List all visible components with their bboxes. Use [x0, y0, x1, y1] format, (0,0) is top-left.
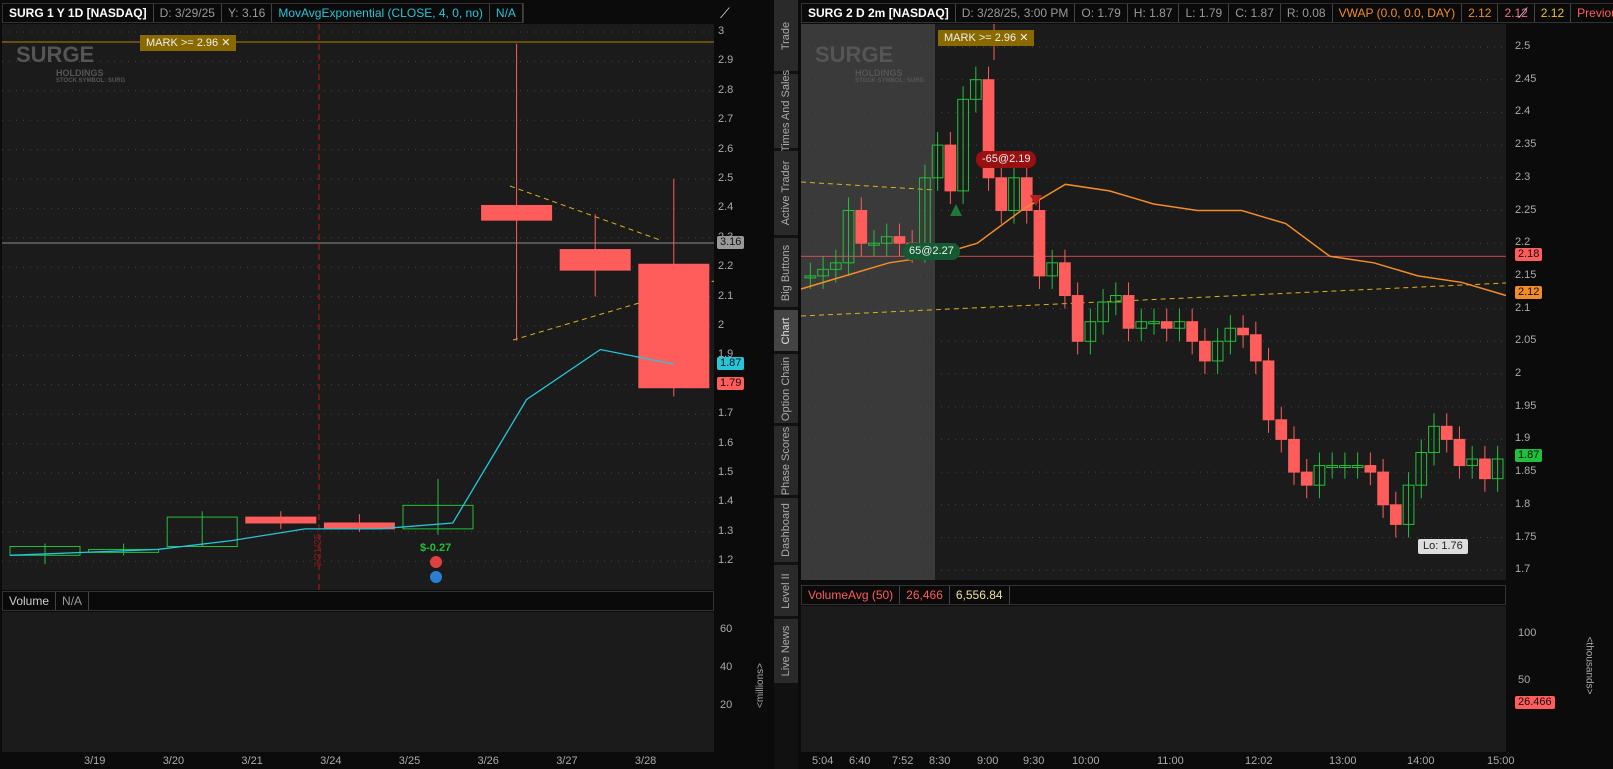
price-tick: 2.35	[1515, 138, 1537, 151]
price-tick: 1.7	[1515, 563, 1531, 576]
right-last-tag: 1.87	[1515, 449, 1543, 462]
x-axis-label: 9:00	[977, 755, 999, 767]
right-volume-tag: 26.466	[1515, 696, 1555, 709]
trend-line	[800, 181, 936, 191]
x-axis-label: 9:30	[1023, 755, 1045, 767]
sell-order-label[interactable]: -65@2.19	[976, 151, 1037, 168]
candle-body	[1199, 340, 1211, 362]
volume-avg-study[interactable]: VolumeAvg (50)	[802, 586, 901, 604]
x-axis-label: 12:02	[1245, 755, 1273, 767]
right-vwap-tag: 2.12	[1515, 286, 1543, 299]
right-mark-alert[interactable]: MARK >= 2.96 ✕	[938, 30, 1035, 46]
candle-body	[1389, 504, 1402, 525]
candle-body	[995, 177, 1008, 212]
candle-body	[1288, 438, 1300, 473]
right-logo: SURGE HOLDINGS STOCK SYMBOL: SURG	[815, 42, 925, 84]
price-tick: 2.1	[1515, 301, 1531, 314]
candle-body	[1033, 210, 1046, 277]
candle-body	[1071, 295, 1084, 342]
candle-body	[1237, 327, 1249, 336]
vwap-line	[800, 183, 1507, 297]
price-tick: 1.8	[1515, 497, 1531, 510]
candle-body	[893, 236, 906, 244]
price-tick: 2	[1515, 367, 1522, 379]
candle-body	[1364, 465, 1377, 473]
x-axis-label: 6:40	[849, 755, 871, 767]
x-axis-label: 15:00	[1487, 755, 1515, 767]
candle-body	[1453, 438, 1466, 467]
candle-body	[1262, 360, 1275, 421]
candle-body	[1275, 419, 1288, 440]
price-tick: 1.75	[1515, 530, 1537, 543]
price-tick: 2.15	[1515, 268, 1537, 281]
right-volume-unit: <thousands>	[1583, 636, 1595, 695]
right-volume-header: VolumeAvg (50) 26,466 6,556.84	[801, 585, 1506, 605]
x-axis-label: 11:00	[1157, 755, 1184, 767]
x-axis-label: 7:52	[892, 755, 914, 767]
candle-body	[1160, 321, 1173, 329]
volume-tick: 100	[1518, 627, 1537, 639]
candle-body	[1186, 321, 1199, 342]
volume-avg-value: 26,466	[900, 586, 950, 604]
price-tick: 2.4	[1515, 105, 1531, 118]
buy-order-label[interactable]: 65@2.27	[903, 243, 960, 260]
candle-body	[944, 144, 957, 192]
price-tick: 2.05	[1515, 334, 1537, 347]
candle-body	[1377, 471, 1389, 506]
candle-body	[855, 210, 868, 244]
candle-body	[1249, 334, 1262, 362]
candle-body	[1440, 425, 1453, 440]
volume-avg-avg: 6,556.84	[950, 586, 1010, 604]
x-axis-label: 14:00	[1407, 755, 1435, 767]
candle-body	[1479, 458, 1491, 480]
low-label: Lo: 1.76	[1418, 539, 1468, 554]
price-tick: 2.45	[1515, 72, 1537, 85]
x-axis-label: 5:04	[812, 755, 834, 767]
price-tick: 2.25	[1515, 203, 1537, 216]
price-tick: 1.95	[1515, 399, 1537, 412]
buy-arrow-icon	[950, 204, 962, 216]
x-axis-label: 10:00	[1072, 755, 1100, 767]
price-tick: 1.9	[1515, 432, 1531, 445]
price-tick: 2.2	[1515, 236, 1531, 249]
x-axis-label: 8:30	[929, 755, 951, 767]
right-volume-chart	[801, 606, 1506, 752]
candle-body	[1300, 471, 1313, 486]
candle-body	[1059, 262, 1071, 297]
right-line-tag: 2.18	[1515, 248, 1543, 261]
x-axis-label: 13:00	[1329, 755, 1357, 767]
candle-body	[1122, 295, 1135, 329]
price-tick: 2.3	[1515, 170, 1531, 183]
price-tick: 2.5	[1515, 40, 1531, 52]
volume-tick: 50	[1518, 674, 1531, 686]
price-tick: 1.85	[1515, 465, 1537, 478]
